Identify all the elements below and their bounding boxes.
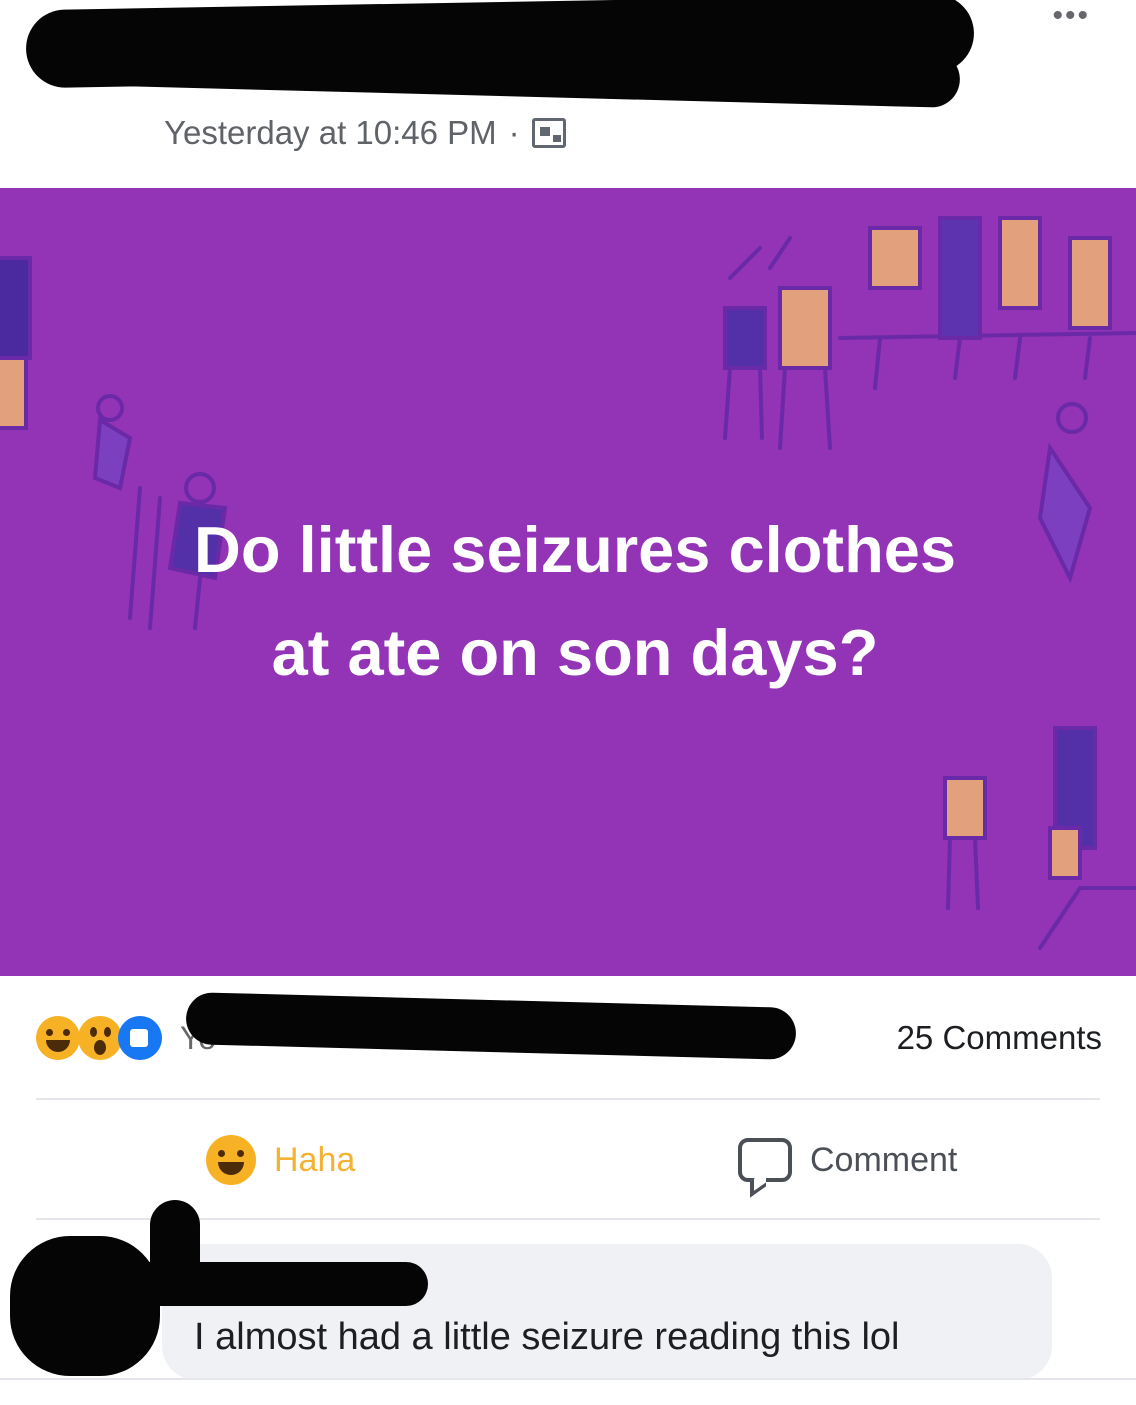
comment-bubble-icon xyxy=(738,1138,792,1182)
haha-icon[interactable] xyxy=(36,1016,80,1060)
more-options-icon[interactable]: ••• xyxy=(1052,1,1090,31)
comment-label: Comment xyxy=(810,1140,958,1179)
comment-text: I almost had a little seizure reading th… xyxy=(194,1316,900,1358)
wow-icon[interactable] xyxy=(78,1016,122,1060)
post-text-line-1: Do little seizures clothes xyxy=(193,513,957,586)
post-timestamp[interactable]: Yesterday at 10:46 PM xyxy=(164,114,497,152)
post-text-line-2: at ate on son days? xyxy=(271,616,879,689)
comments-count[interactable]: 25 Comments xyxy=(897,1019,1102,1057)
post-image[interactable]: Do little seizures clothes at ate on son… xyxy=(0,188,1136,976)
like-icon[interactable] xyxy=(118,1016,162,1060)
haha-button[interactable]: Haha xyxy=(206,1135,355,1185)
photo-icon xyxy=(531,118,566,148)
redacted-commenter-avatar xyxy=(10,1236,160,1376)
divider xyxy=(36,1098,1100,1100)
haha-label: Haha xyxy=(274,1140,356,1179)
post-text: Do little seizures clothes at ate on son… xyxy=(60,498,1090,704)
post-meta: Yesterday at 10:46 PM · xyxy=(164,114,566,152)
comment-button[interactable]: Comment xyxy=(738,1135,957,1185)
meta-separator: · xyxy=(508,114,520,151)
post-header: ••• Yesterday at 10:46 PM · xyxy=(0,0,1136,188)
bottom-divider xyxy=(0,1378,1136,1380)
redacted-commenter-scribble xyxy=(150,1200,200,1290)
haha-reaction-icon xyxy=(206,1135,256,1185)
